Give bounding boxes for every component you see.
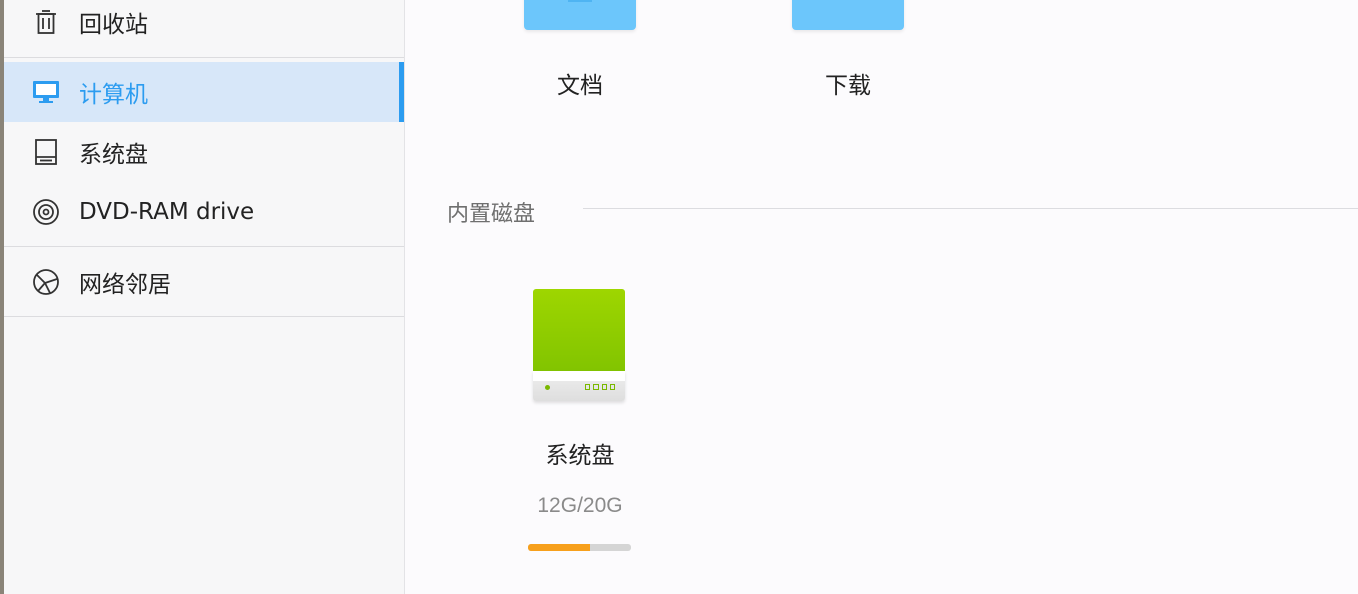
sidebar-item-label: 回收站 [79, 12, 148, 38]
disk-name[interactable]: 系统盘 [505, 436, 655, 470]
system-disk-icon[interactable] [531, 289, 627, 403]
sidebar-item-label: 系统盘 [79, 142, 148, 168]
sidebar-item-label: DVD-RAM drive [79, 199, 255, 225]
section-title: 内置磁盘 [447, 202, 536, 227]
divider [4, 57, 404, 58]
downloads-folder-icon[interactable] [792, 0, 904, 30]
network-icon [32, 268, 60, 296]
computer-icon [32, 78, 60, 106]
disk-slots [585, 384, 615, 390]
disk-usage-fill [528, 544, 590, 551]
divider [4, 316, 404, 317]
trash-icon [32, 8, 60, 36]
disk-usage: 12G/20G [537, 494, 623, 517]
sidebar-item-network[interactable]: 网络邻居 [4, 252, 404, 312]
folder-emblem [568, 0, 592, 2]
disk-icon [32, 138, 60, 166]
disk-usage-bar [528, 544, 631, 551]
divider [4, 246, 404, 247]
download-arrow-icon [836, 0, 860, 4]
sidebar-item-computer[interactable]: 计算机 [4, 62, 404, 122]
disk-body [533, 289, 625, 371]
section-divider [583, 208, 1358, 209]
sidebar-item-dvd-drive[interactable]: DVD-RAM drive [4, 182, 404, 242]
folder-label[interactable]: 文档 [520, 66, 640, 100]
disc-icon [32, 198, 60, 226]
disk-led [545, 385, 550, 390]
sidebar-item-label: 网络邻居 [79, 272, 171, 298]
folder-label[interactable]: 下载 [788, 66, 908, 100]
sidebar-item-label: 计算机 [79, 82, 148, 108]
sidebar-item-trash[interactable]: 回收站 [4, 0, 404, 52]
documents-folder-icon[interactable] [524, 0, 636, 30]
sidebar: 回收站 计算机 系统盘 DVD-RAM drive 网络邻居 [0, 0, 405, 594]
main-content: 文档 下载 内置磁盘 系统盘 12G/20G [405, 0, 1358, 594]
sidebar-item-system-disk[interactable]: 系统盘 [4, 122, 404, 182]
disk-base [533, 371, 625, 401]
